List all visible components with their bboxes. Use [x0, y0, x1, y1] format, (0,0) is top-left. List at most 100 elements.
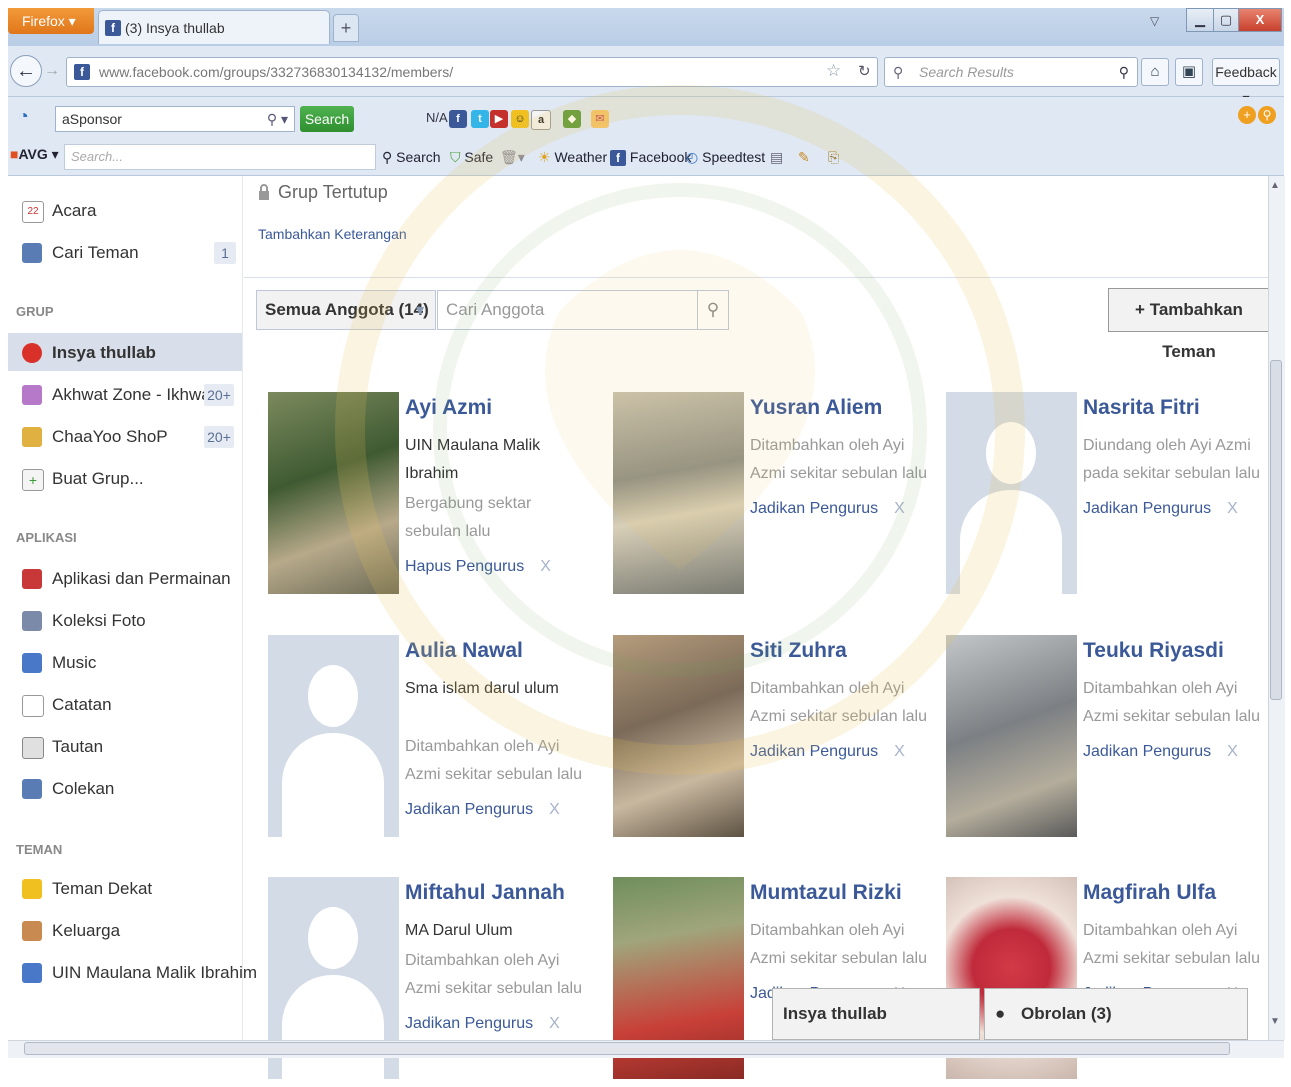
bookmark-star-icon[interactable]: ☆	[826, 61, 841, 81]
minimize-button[interactable]: ▁	[1186, 8, 1214, 32]
search-circle-icon[interactable]: ⚲	[1258, 106, 1276, 124]
remove-member-icon[interactable]: X	[894, 500, 905, 517]
reload-icon[interactable]: ↻	[858, 62, 871, 80]
facebook-toolbar-button[interactable]: f Facebook	[610, 146, 691, 168]
member-admin-action[interactable]: Jadikan Pengurus X	[750, 500, 905, 518]
avg-search-input[interactable]: Search...	[64, 144, 376, 170]
member-admin-action[interactable]: Jadikan Pengurus X	[405, 801, 560, 819]
facebook-favicon-icon: f	[105, 20, 121, 36]
plugin-icon[interactable]: ◆	[563, 110, 581, 128]
safe-button[interactable]: ⛉ Safe	[450, 146, 493, 168]
member-card: Aulia Nawal Sma islam darul ulum Ditambahk…	[268, 635, 598, 845]
sidebar-item-akhwat-zone[interactable]: Akhwat Zone - Ikhwa... 20+	[16, 378, 238, 412]
member-card: Yusran Aliem Ditambahkan oleh Ayi Azmi se…	[613, 392, 943, 602]
add-friend-button[interactable]: + Tambahkan Teman	[1108, 288, 1270, 361]
member-admin-action[interactable]: Jadikan Pengurus X	[1083, 743, 1238, 761]
member-affiliation: Sma islam darul ulum	[405, 680, 559, 697]
remove-member-icon[interactable]: X	[1227, 500, 1238, 517]
create-group-icon: +	[22, 469, 44, 491]
maximize-button[interactable]: ▢	[1213, 8, 1239, 32]
url-bar[interactable]: f www.facebook.com/groups/33273683013413…	[66, 57, 878, 87]
speedtest-button[interactable]: ◴ Speedtest	[686, 146, 765, 168]
sidebar-item-label: Keluarga	[52, 921, 121, 940]
forward-button[interactable]: →	[44, 62, 60, 80]
avg-logo[interactable]: ■AVG ▾	[10, 146, 59, 163]
sidebar-item-chaayoo-shop[interactable]: ChaaYoo ShoP 20+	[16, 420, 238, 454]
back-button[interactable]: ←	[10, 55, 42, 87]
asponsor-input-value: aSponsor	[62, 111, 122, 127]
member-name-link[interactable]: Mumtazul Rizki	[750, 881, 902, 905]
member-name-link[interactable]: Magfirah Ulfa	[1083, 881, 1216, 905]
calculator-icon[interactable]: ▤	[770, 146, 783, 168]
member-photo[interactable]	[946, 392, 1077, 594]
clipboard-icon[interactable]: ⎘	[828, 146, 839, 168]
admin-action-label[interactable]: Jadikan Pengurus	[405, 1015, 533, 1032]
member-joined-info: Bergabung sektar sebulan lalu	[405, 495, 532, 540]
remove-member-icon[interactable]: X	[549, 1015, 560, 1032]
home-icon[interactable]: ⌂	[1141, 58, 1169, 86]
remove-member-icon[interactable]: X	[1227, 743, 1238, 760]
add-icon[interactable]: +	[1238, 106, 1256, 124]
member-name-link[interactable]: Miftahul Jannah	[405, 881, 565, 905]
browser-tab[interactable]: f (3) Insya thullab	[98, 10, 330, 44]
asponsor-search-input[interactable]: aSponsor ⚲ ▾	[55, 106, 295, 132]
feedback-button[interactable]: Feedback ▾	[1212, 58, 1280, 106]
facebook-icon[interactable]: f	[449, 110, 467, 128]
search-icon[interactable]: ⚲	[1119, 58, 1129, 86]
silhouette-body	[282, 733, 384, 837]
firefox-menu-button[interactable]: Firefox ▾	[8, 8, 94, 34]
sidebar-item-label: ChaaYoo ShoP	[52, 427, 168, 446]
admin-action-label[interactable]: Hapus Pengurus	[405, 558, 524, 575]
member-filter-dropdown[interactable]: Semua Anggota (14) ▼	[256, 290, 436, 330]
member-photo[interactable]	[613, 392, 744, 594]
add-description-link[interactable]: Tambahkan Keterangan	[258, 226, 407, 242]
weather-button[interactable]: ☀ Weather	[538, 146, 607, 168]
toolbar-search-button[interactable]: ⚲ Search	[382, 146, 441, 168]
admin-action-label[interactable]: Jadikan Pengurus	[1083, 743, 1211, 760]
addon-menu-icon[interactable]: ▣	[1175, 58, 1203, 86]
tab-list-chevron-icon[interactable]: ▽	[1150, 14, 1159, 28]
member-photo[interactable]	[268, 392, 399, 594]
member-name-link[interactable]: Nasrita Fitri	[1083, 396, 1200, 420]
youtube-icon[interactable]: ▶	[490, 110, 508, 128]
member-photo[interactable]	[268, 635, 399, 837]
scroll-down-icon[interactable]: ▼	[1270, 1016, 1280, 1027]
member-photo[interactable]	[613, 635, 744, 837]
browser-search-input[interactable]: ⚲ Search Results ⚲	[884, 57, 1138, 87]
amazon-icon[interactable]: a	[531, 110, 551, 130]
search-icon[interactable]: ⚲	[697, 291, 728, 329]
admin-action-label[interactable]: Jadikan Pengurus	[1083, 500, 1211, 517]
chat-window-tab[interactable]: Insya thullab	[772, 988, 980, 1040]
mail-icon[interactable]: ✉	[591, 110, 609, 128]
admin-action-label[interactable]: Jadikan Pengurus	[750, 500, 878, 517]
member-admin-action[interactable]: Jadikan Pengurus X	[405, 1015, 560, 1033]
lock-icon	[258, 184, 270, 200]
remove-member-icon[interactable]: X	[540, 558, 551, 575]
smiley-icon[interactable]: ☺	[511, 110, 529, 128]
member-name-link[interactable]: Aulia Nawal	[405, 639, 523, 663]
member-search-input[interactable]: Cari Anggota ⚲	[437, 290, 729, 330]
scroll-up-icon[interactable]: ▲	[1270, 180, 1280, 191]
close-window-button[interactable]: X	[1238, 8, 1282, 32]
notepad-icon[interactable]: ✎	[798, 146, 810, 168]
admin-action-label[interactable]: Jadikan Pengurus	[405, 801, 533, 818]
member-admin-action[interactable]: Jadikan Pengurus X	[1083, 500, 1238, 518]
member-name-link[interactable]: Ayi Azmi	[405, 396, 492, 420]
remove-member-icon[interactable]: X	[894, 743, 905, 760]
chat-sidebar-button[interactable]: ● Obrolan (3)	[984, 988, 1248, 1040]
new-tab-button[interactable]: +	[333, 14, 359, 42]
asponsor-search-button[interactable]: Search	[300, 106, 354, 132]
trash-icon[interactable]: 🗑▾	[500, 146, 525, 168]
member-admin-action[interactable]: Jadikan Pengurus X	[750, 743, 905, 761]
member-admin-action[interactable]: Hapus Pengurus X	[405, 558, 551, 576]
vertical-scroll-thumb[interactable]	[1270, 360, 1282, 700]
member-photo[interactable]	[946, 635, 1077, 837]
member-name-link[interactable]: Teuku Riyasdi	[1083, 639, 1224, 663]
admin-action-label[interactable]: Jadikan Pengurus	[750, 743, 878, 760]
member-name-link[interactable]: Yusran Aliem	[750, 396, 882, 420]
twitter-icon[interactable]: t	[471, 110, 489, 128]
tab-title: (3) Insya thullab	[125, 20, 225, 36]
remove-member-icon[interactable]: X	[549, 801, 560, 818]
horizontal-scroll-thumb[interactable]	[24, 1042, 1230, 1055]
member-name-link[interactable]: Siti Zuhra	[750, 639, 847, 663]
